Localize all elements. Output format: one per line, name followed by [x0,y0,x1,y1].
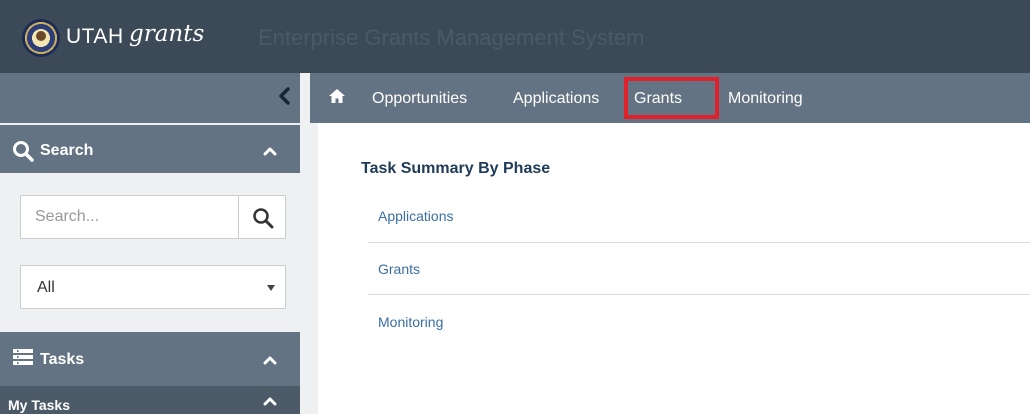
brand-utah-text[interactable]: UTAH [66,25,124,49]
utah-seal-logo[interactable] [22,19,60,57]
seal-emblem [36,31,46,41]
chevron-up-icon[interactable] [263,146,277,156]
dropdown-arrow-icon [267,285,275,291]
search-panel-title: Search [40,142,94,159]
search-input[interactable] [20,195,238,239]
task-summary-title: Task Summary By Phase [361,160,551,177]
phase-divider [368,242,1030,243]
sidebar-collapse-bar [0,73,300,123]
search-button[interactable] [238,195,286,239]
tasks-list-icon [13,349,33,365]
brand-grants-text[interactable]: grants [129,21,204,47]
select-value: All [37,279,55,296]
nav-opportunities[interactable]: Opportunities [372,90,467,108]
chevron-left-icon[interactable] [276,87,294,105]
phase-link-applications[interactable]: Applications [378,208,454,224]
nav-applications[interactable]: Applications [513,90,599,108]
nav-grants[interactable]: Grants [634,90,682,108]
search-scope-select[interactable]: All [20,265,286,309]
home-icon[interactable] [328,88,346,104]
my-tasks-title: My Tasks [8,397,70,413]
phase-link-monitoring[interactable]: Monitoring [378,314,443,330]
search-icon [13,141,34,162]
chevron-up-icon[interactable] [263,396,277,406]
tasks-panel-title: Tasks [40,351,85,368]
system-title: Enterprise Grants Management System [258,25,645,50]
phase-divider [368,294,1030,295]
nav-monitoring[interactable]: Monitoring [728,90,803,108]
chevron-up-icon[interactable] [263,355,277,365]
phase-link-grants[interactable]: Grants [378,261,420,277]
search-icon [253,208,274,229]
